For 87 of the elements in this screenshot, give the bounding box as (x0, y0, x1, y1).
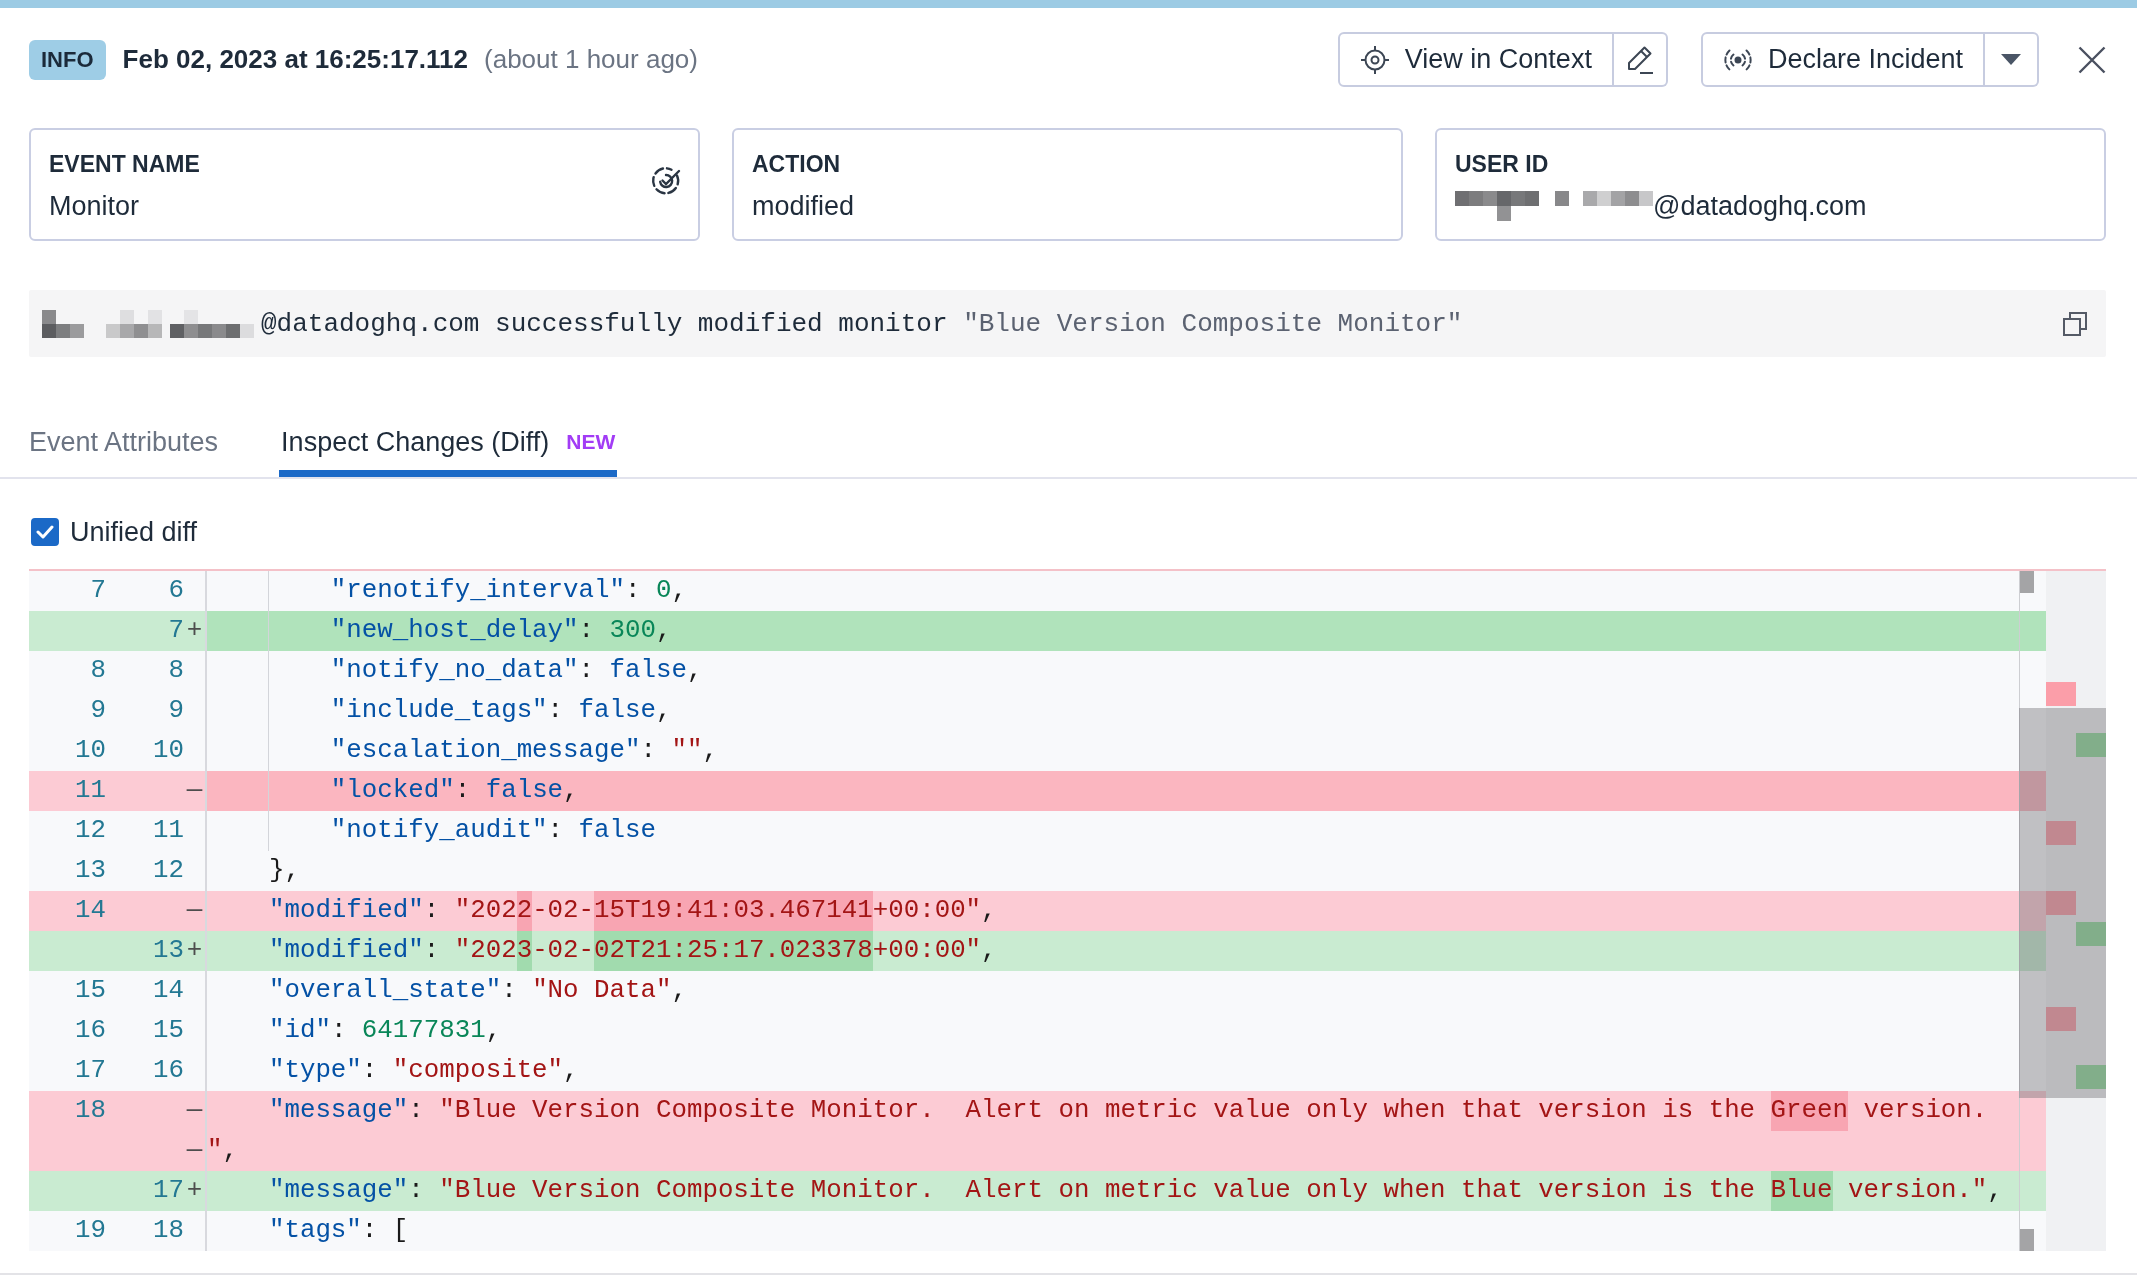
scroll-marker-icon (2020, 1229, 2034, 1251)
line-number: 14 (75, 895, 106, 927)
field-label: ACTION (752, 150, 842, 179)
code-line: "message": "Blue Version Composite Monitor. Alert on metric value only when that version is the Blue version.", (268, 1171, 2003, 1211)
event-message: @datadoghq.com successfully modified monitor "Blue Version Composite Monitor" (261, 308, 1463, 339)
line-number: 15 (75, 975, 106, 1007)
line-number: 16 (75, 1015, 106, 1047)
close-icon (2078, 45, 2106, 74)
checkbox-label[interactable]: Unified diff (70, 514, 198, 550)
code-line: "type": "composite", (268, 1055, 579, 1087)
line-number: 8 (168, 655, 184, 687)
diff-marker: + (186, 935, 203, 967)
checkmark-icon (36, 525, 54, 539)
copy-icon (2063, 311, 2087, 336)
line-number: 10 (75, 735, 106, 767)
diff-marker: + (186, 615, 203, 647)
deletion-marker-icon (2046, 891, 2076, 915)
relative-time: (about 1 hour ago) (484, 44, 698, 75)
line-number: 19 (75, 1215, 106, 1247)
code-line: "overall_state": "No Data", (268, 975, 687, 1007)
code-line: "modified": "2022-02-15T19:41:03.467141+00:00", (268, 891, 997, 931)
view-in-context-button[interactable]: View in Context (1337, 32, 1614, 87)
line-number: 17 (153, 1175, 184, 1207)
dropdown-button[interactable] (1985, 32, 2039, 87)
caret-down-icon (2001, 54, 2021, 65)
code-line: "message": "Blue Version Composite Monitor. Alert on metric value only when that version is the Green version. (268, 1091, 1988, 1131)
insertion-marker-icon (2076, 922, 2106, 946)
edit-button[interactable] (1613, 32, 1668, 87)
circle-check-icon (651, 166, 681, 196)
code-line: "new_host_delay": 300, (330, 615, 672, 647)
scroll-marker-icon (2020, 571, 2034, 593)
code-line: "locked": false, (330, 775, 579, 807)
code-line: "id": 64177831, (268, 1015, 502, 1047)
line-number: 11 (75, 775, 106, 807)
line-number: 18 (153, 1215, 184, 1247)
line-number: 13 (153, 935, 184, 967)
code-line: "modified": "2023-02-02T21:25:17.023378+00:00", (268, 931, 997, 971)
crosshair-icon (1359, 44, 1390, 75)
line-number: 11 (153, 815, 184, 847)
line-number: 9 (168, 695, 184, 727)
insertion-marker-icon (2076, 733, 2106, 757)
deletion-marker-icon (2046, 682, 2076, 706)
copy-button[interactable] (2063, 311, 2087, 336)
code-line: "include_tags": false, (330, 695, 672, 727)
new-label: NEW (566, 429, 616, 455)
insertion-marker-icon (2076, 1065, 2106, 1089)
code-line: "renotify_interval": 0, (330, 575, 687, 607)
code-line: "escalation_message": "", (330, 735, 718, 767)
line-number: 6 (168, 575, 184, 607)
tab[interactable]: Event Attributes (27, 424, 221, 477)
deletion-marker-icon (2046, 1007, 2076, 1031)
line-number: 10 (153, 735, 184, 767)
close-button[interactable] (2078, 45, 2106, 74)
event-timestamp: Feb 02, 2023 at 16:25:17.112 (122, 44, 469, 75)
scrollbar-thumb[interactable] (2019, 708, 2106, 1098)
checkbox[interactable] (31, 518, 59, 546)
line-number: 13 (75, 855, 106, 887)
code-line: "notify_no_data": false, (330, 655, 703, 687)
code-line: "notify_audit": false (330, 815, 656, 847)
diff-marker: — (186, 895, 203, 927)
line-number: 17 (75, 1055, 106, 1087)
field-value: modified (752, 190, 855, 223)
declare-incident-button[interactable]: Declare Incident (1700, 32, 1985, 87)
severity-badge: INFO (29, 39, 106, 80)
diff-marker: + (186, 1175, 203, 1207)
code-line: }, (268, 855, 300, 887)
diff-marker: — (186, 1095, 203, 1127)
field-label: EVENT NAME (49, 150, 201, 179)
diff-marker: — (186, 775, 203, 807)
line-number: 14 (153, 975, 184, 1007)
line-number: 18 (75, 1095, 106, 1127)
line-number: 8 (90, 655, 106, 687)
code-line: "tags": [ (268, 1215, 409, 1247)
tab[interactable]: Inspect Changes (Diff) NEW (279, 424, 618, 477)
code-line: ", (207, 1135, 238, 1167)
field-value: Monitor (49, 190, 140, 223)
diff-marker: — (186, 1135, 203, 1167)
line-number: 12 (153, 855, 184, 887)
line-number: 15 (153, 1015, 184, 1047)
field-value: @datadoghq.com (1653, 190, 1867, 223)
line-number: 12 (75, 815, 106, 847)
field-label: USER ID (1455, 150, 1550, 179)
line-number: 16 (153, 1055, 184, 1087)
deletion-marker-icon (2046, 821, 2076, 845)
line-number: 9 (90, 695, 106, 727)
line-number: 7 (168, 615, 184, 647)
line-number: 7 (90, 575, 106, 607)
